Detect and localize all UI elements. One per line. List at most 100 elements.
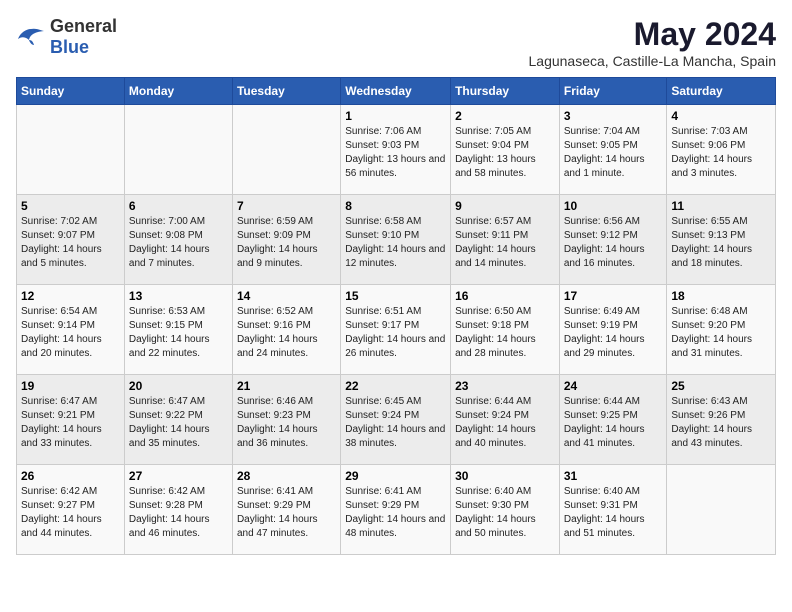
day-number: 5 (21, 199, 120, 213)
day-number: 12 (21, 289, 120, 303)
calendar-cell: 29 Sunrise: 6:41 AM Sunset: 9:29 PM Dayli… (341, 465, 451, 555)
day-number: 2 (455, 109, 555, 123)
day-number: 6 (129, 199, 228, 213)
calendar-cell: 31 Sunrise: 6:40 AM Sunset: 9:31 PM Dayli… (559, 465, 667, 555)
day-number: 30 (455, 469, 555, 483)
calendar-cell (667, 465, 776, 555)
day-number: 18 (671, 289, 771, 303)
header-sunday: Sunday (17, 78, 125, 105)
day-info: Sunrise: 6:44 AM Sunset: 9:25 PM Dayligh… (564, 395, 663, 451)
calendar-week-1: 1 Sunrise: 7:06 AM Sunset: 9:03 PM Daylig… (17, 105, 776, 195)
logo-bird-icon (16, 25, 46, 49)
day-number: 9 (455, 199, 555, 213)
day-number: 10 (564, 199, 663, 213)
calendar-cell: 20 Sunrise: 6:47 AM Sunset: 9:22 PM Dayli… (124, 375, 232, 465)
page-header: General Blue May 2024 Lagunaseca, Castil… (16, 16, 776, 69)
calendar-week-3: 12Sunrise: 6:54 AM Sunset: 9:14 PM Dayli… (17, 285, 776, 375)
calendar-cell: 22Sunrise: 6:45 AM Sunset: 9:24 PM Dayli… (341, 375, 451, 465)
calendar-cell (17, 105, 125, 195)
calendar-cell: 9 Sunrise: 6:57 AM Sunset: 9:11 PM Daylig… (451, 195, 560, 285)
day-number: 31 (564, 469, 663, 483)
day-info: Sunrise: 7:05 AM Sunset: 9:04 PM Dayligh… (455, 125, 555, 181)
header-thursday: Thursday (451, 78, 560, 105)
day-info: Sunrise: 6:53 AM Sunset: 9:15 PM Dayligh… (129, 305, 228, 361)
calendar-cell: 10 Sunrise: 6:56 AM Sunset: 9:12 PM Dayli… (559, 195, 667, 285)
day-info: Sunrise: 6:40 AM Sunset: 9:30 PM Dayligh… (455, 485, 555, 541)
day-info: Sunrise: 6:46 AM Sunset: 9:23 PM Dayligh… (237, 395, 336, 451)
calendar-cell: 21 Sunrise: 6:46 AM Sunset: 9:23 PM Dayli… (232, 375, 340, 465)
calendar-week-4: 19 Sunrise: 6:47 AM Sunset: 9:21 PM Dayli… (17, 375, 776, 465)
day-number: 26 (21, 469, 120, 483)
calendar-week-2: 5 Sunrise: 7:02 AM Sunset: 9:07 PM Daylig… (17, 195, 776, 285)
calendar-cell: 27Sunrise: 6:42 AM Sunset: 9:28 PM Dayli… (124, 465, 232, 555)
day-info: Sunrise: 6:47 AM Sunset: 9:21 PM Dayligh… (21, 395, 120, 451)
day-info: Sunrise: 6:42 AM Sunset: 9:28 PM Dayligh… (129, 485, 228, 541)
calendar-cell: 4 Sunrise: 7:03 AM Sunset: 9:06 PM Daylig… (667, 105, 776, 195)
day-number: 4 (671, 109, 771, 123)
day-number: 22 (345, 379, 446, 393)
day-info: Sunrise: 6:41 AM Sunset: 9:29 PM Dayligh… (345, 485, 446, 541)
day-info: Sunrise: 6:40 AM Sunset: 9:31 PM Dayligh… (564, 485, 663, 541)
day-number: 21 (237, 379, 336, 393)
calendar-cell: 24 Sunrise: 6:44 AM Sunset: 9:25 PM Dayli… (559, 375, 667, 465)
day-info: Sunrise: 6:44 AM Sunset: 9:24 PM Dayligh… (455, 395, 555, 451)
day-info: Sunrise: 6:55 AM Sunset: 9:13 PM Dayligh… (671, 215, 771, 271)
calendar-cell: 11 Sunrise: 6:55 AM Sunset: 9:13 PM Dayli… (667, 195, 776, 285)
calendar-cell: 19 Sunrise: 6:47 AM Sunset: 9:21 PM Dayli… (17, 375, 125, 465)
logo-text: General Blue (50, 16, 117, 58)
calendar-cell: 26 Sunrise: 6:42 AM Sunset: 9:27 PM Dayli… (17, 465, 125, 555)
day-info: Sunrise: 7:02 AM Sunset: 9:07 PM Dayligh… (21, 215, 120, 271)
day-number: 24 (564, 379, 663, 393)
day-info: Sunrise: 6:50 AM Sunset: 9:18 PM Dayligh… (455, 305, 555, 361)
calendar-cell: 28Sunrise: 6:41 AM Sunset: 9:29 PM Dayli… (232, 465, 340, 555)
day-number: 20 (129, 379, 228, 393)
day-info: Sunrise: 6:42 AM Sunset: 9:27 PM Dayligh… (21, 485, 120, 541)
logo-general: General (50, 16, 117, 36)
day-info: Sunrise: 7:00 AM Sunset: 9:08 PM Dayligh… (129, 215, 228, 271)
header-tuesday: Tuesday (232, 78, 340, 105)
day-info: Sunrise: 6:47 AM Sunset: 9:22 PM Dayligh… (129, 395, 228, 451)
main-title: May 2024 (529, 16, 777, 53)
day-info: Sunrise: 6:52 AM Sunset: 9:16 PM Dayligh… (237, 305, 336, 361)
day-info: Sunrise: 6:56 AM Sunset: 9:12 PM Dayligh… (564, 215, 663, 271)
day-info: Sunrise: 6:58 AM Sunset: 9:10 PM Dayligh… (345, 215, 446, 271)
calendar-cell: 16Sunrise: 6:50 AM Sunset: 9:18 PM Dayli… (451, 285, 560, 375)
calendar-cell: 8 Sunrise: 6:58 AM Sunset: 9:10 PM Daylig… (341, 195, 451, 285)
day-number: 11 (671, 199, 771, 213)
day-number: 1 (345, 109, 446, 123)
day-number: 8 (345, 199, 446, 213)
header-saturday: Saturday (667, 78, 776, 105)
day-info: Sunrise: 6:49 AM Sunset: 9:19 PM Dayligh… (564, 305, 663, 361)
day-number: 29 (345, 469, 446, 483)
header-wednesday: Wednesday (341, 78, 451, 105)
day-number: 7 (237, 199, 336, 213)
day-number: 28 (237, 469, 336, 483)
day-info: Sunrise: 6:57 AM Sunset: 9:11 PM Dayligh… (455, 215, 555, 271)
day-info: Sunrise: 7:06 AM Sunset: 9:03 PM Dayligh… (345, 125, 446, 181)
calendar-cell (124, 105, 232, 195)
header-friday: Friday (559, 78, 667, 105)
calendar-week-5: 26 Sunrise: 6:42 AM Sunset: 9:27 PM Dayli… (17, 465, 776, 555)
day-number: 3 (564, 109, 663, 123)
subtitle: Lagunaseca, Castille-La Mancha, Spain (529, 53, 777, 69)
calendar-cell: 1 Sunrise: 7:06 AM Sunset: 9:03 PM Daylig… (341, 105, 451, 195)
calendar-cell: 3Sunrise: 7:04 AM Sunset: 9:05 PM Daylig… (559, 105, 667, 195)
header-monday: Monday (124, 78, 232, 105)
calendar-cell: 12Sunrise: 6:54 AM Sunset: 9:14 PM Dayli… (17, 285, 125, 375)
calendar-cell (232, 105, 340, 195)
calendar-cell: 6 Sunrise: 7:00 AM Sunset: 9:08 PM Daylig… (124, 195, 232, 285)
calendar-cell: 17Sunrise: 6:49 AM Sunset: 9:19 PM Dayli… (559, 285, 667, 375)
calendar-cell: 7 Sunrise: 6:59 AM Sunset: 9:09 PM Daylig… (232, 195, 340, 285)
day-number: 13 (129, 289, 228, 303)
title-block: May 2024 Lagunaseca, Castille-La Mancha,… (529, 16, 777, 69)
day-info: Sunrise: 7:03 AM Sunset: 9:06 PM Dayligh… (671, 125, 771, 181)
calendar-cell: 23Sunrise: 6:44 AM Sunset: 9:24 PM Dayli… (451, 375, 560, 465)
calendar-cell: 18Sunrise: 6:48 AM Sunset: 9:20 PM Dayli… (667, 285, 776, 375)
day-number: 19 (21, 379, 120, 393)
logo-blue: Blue (50, 37, 89, 57)
calendar-cell: 30 Sunrise: 6:40 AM Sunset: 9:30 PM Dayli… (451, 465, 560, 555)
day-info: Sunrise: 6:43 AM Sunset: 9:26 PM Dayligh… (671, 395, 771, 451)
day-info: Sunrise: 6:59 AM Sunset: 9:09 PM Dayligh… (237, 215, 336, 271)
calendar-table: SundayMondayTuesdayWednesdayThursdayFrid… (16, 77, 776, 555)
calendar-cell: 15Sunrise: 6:51 AM Sunset: 9:17 PM Dayli… (341, 285, 451, 375)
